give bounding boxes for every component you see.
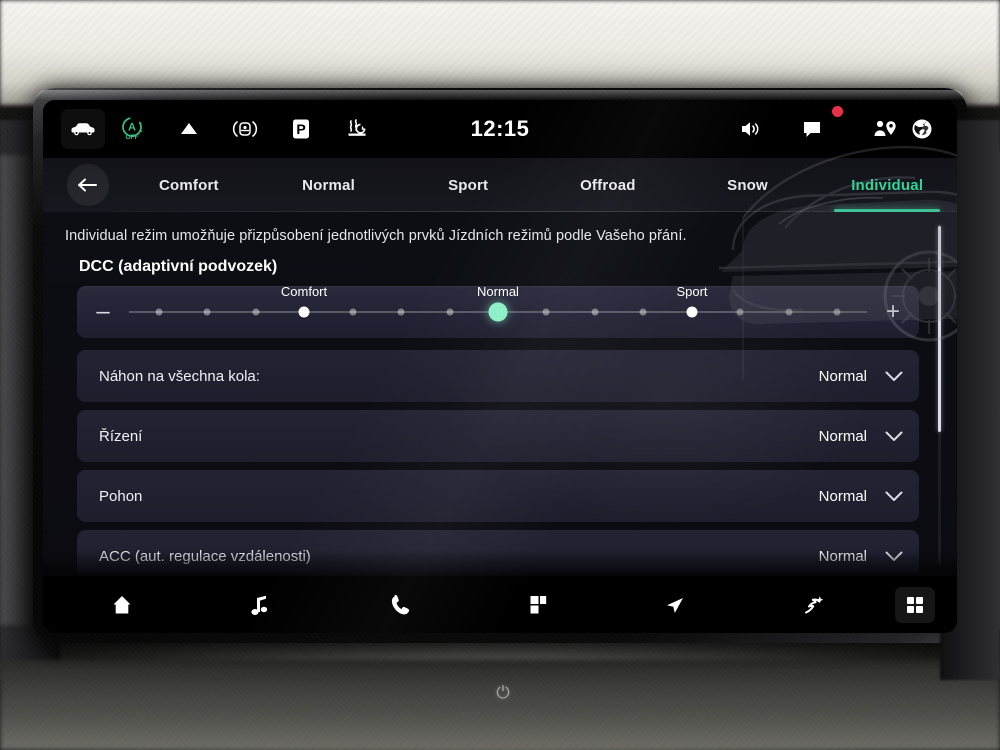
auto-start-stop-off-icon[interactable]: A OFF [105,109,161,149]
tab-normal[interactable]: Normal [259,158,399,212]
tab-label: Offroad [580,176,636,194]
slider-tick[interactable] [203,308,211,316]
status-icons-left: A OFF P [61,109,385,149]
tab-list: Comfort Normal Sport Offroad Snow Indivi… [119,158,957,212]
tab-label: Normal [302,176,355,194]
chevron-down-icon[interactable] [885,551,903,562]
row-label: Náhon na všechna kola: [99,367,260,385]
row-drivetrain[interactable]: Pohon Normal [77,470,919,522]
display-bezel: A OFF P 12:15 Comfort Normal Sport Offro… [33,88,967,643]
row-value: Normal [818,427,867,445]
slider-tick[interactable] [639,308,647,316]
svg-text:A: A [128,122,136,134]
slider-marker-label: Comfort [280,284,328,299]
slider-tick[interactable] [155,308,163,316]
tab-label: Comfort [158,176,219,194]
parking-icon[interactable]: P [273,109,329,149]
vehicle-icon[interactable] [61,109,105,149]
settings-rows: Náhon na všechna kola: Normal Řízení Nor… [43,350,957,576]
row-value: Normal [818,487,867,505]
media-icon[interactable] [191,576,329,633]
infotainment-screen[interactable]: A OFF P 12:15 Comfort Normal Sport Offro… [43,100,957,633]
dcc-decrease-button[interactable]: – [77,300,129,324]
status-bar: A OFF P 12:15 [43,100,957,158]
row-all-wheel-drive[interactable]: Náhon na všechna kola: Normal [77,350,919,402]
row-steering[interactable]: Řízení Normal [77,410,919,462]
volume-icon[interactable] [723,109,779,149]
scrollbar-thumb[interactable] [938,226,941,432]
globe-icon[interactable] [905,109,939,149]
tab-label: Individual [851,176,924,194]
svg-text:OFF: OFF [126,134,139,141]
svg-text:P: P [296,121,305,137]
slider-tick[interactable] [686,306,698,318]
vehicle-settings-icon[interactable] [745,576,883,633]
dcc-slider[interactable]: – Comfort Normal Sport + [77,284,919,338]
power-button[interactable]: ⏻ [492,681,514,703]
dashboard-right-trim [952,150,1000,630]
slider-tick[interactable] [298,306,310,318]
slider-marker-label: Sport [676,284,708,299]
tab-individual[interactable]: Individual [817,158,957,212]
slider-tick[interactable] [397,308,405,316]
bottom-nav-bar [43,576,957,633]
slider-thumb[interactable] [488,302,508,322]
row-acc[interactable]: ACC (aut. regulace vzdálenosti) Normal [77,530,919,576]
slider-tick[interactable] [736,308,744,316]
slider-tick[interactable] [446,308,453,316]
user-location-icon[interactable] [869,109,903,149]
grid-menu-icon[interactable] [883,576,947,633]
row-value: Normal [818,547,867,565]
slider-tick[interactable] [833,308,841,316]
chevron-down-icon[interactable] [885,371,903,382]
slider-tick[interactable] [349,308,356,316]
row-label: Řízení [99,427,143,445]
tab-offroad[interactable]: Offroad [538,158,678,212]
back-button[interactable] [67,164,109,206]
hill-descent-icon[interactable] [161,109,217,149]
lane-assist-icon[interactable] [217,109,273,149]
intro-text: Individual režim umožňuje přizpůsobení j… [65,228,687,244]
dcc-slider-track[interactable]: Comfort Normal Sport [129,284,867,338]
tab-label: Sport [448,176,489,194]
drive-mode-tabbar: Comfort Normal Sport Offroad Snow Indivi… [43,158,957,212]
grid-menu-box[interactable] [894,586,935,623]
tab-snow[interactable]: Snow [678,158,818,212]
windshield-heating-icon[interactable] [329,109,385,149]
slider-tick[interactable] [591,308,599,316]
content-area: Individual režim umožňuje přizpůsobení j… [43,212,957,576]
navigation-icon[interactable] [606,576,744,633]
tab-label: Snow [727,176,768,194]
apps-icon[interactable] [468,576,606,633]
dcc-increase-button[interactable]: + [867,300,919,324]
slider-tick[interactable] [785,308,793,316]
chevron-down-icon[interactable] [885,491,903,502]
slider-tick[interactable] [542,308,550,316]
row-value: Normal [818,367,867,385]
center-console [0,660,1000,750]
slider-marker-label: Normal [477,284,519,299]
tab-sport[interactable]: Sport [398,158,538,212]
status-icons-right [723,106,939,149]
message-icon[interactable] [785,106,843,149]
home-icon[interactable] [53,576,191,633]
chevron-down-icon[interactable] [885,431,903,442]
slider-tick[interactable] [252,308,259,316]
row-label: ACC (aut. regulace vzdálenosti) [99,547,311,565]
tab-comfort[interactable]: Comfort [119,158,259,212]
photo-background: A OFF P 12:15 Comfort Normal Sport Offro… [0,0,1000,750]
row-label: Pohon [99,487,143,505]
notification-badge [832,106,843,117]
dcc-section-title: DCC (adaptivní podvozek) [79,258,278,275]
profile-online-group [869,109,939,149]
phone-icon[interactable] [330,576,468,633]
